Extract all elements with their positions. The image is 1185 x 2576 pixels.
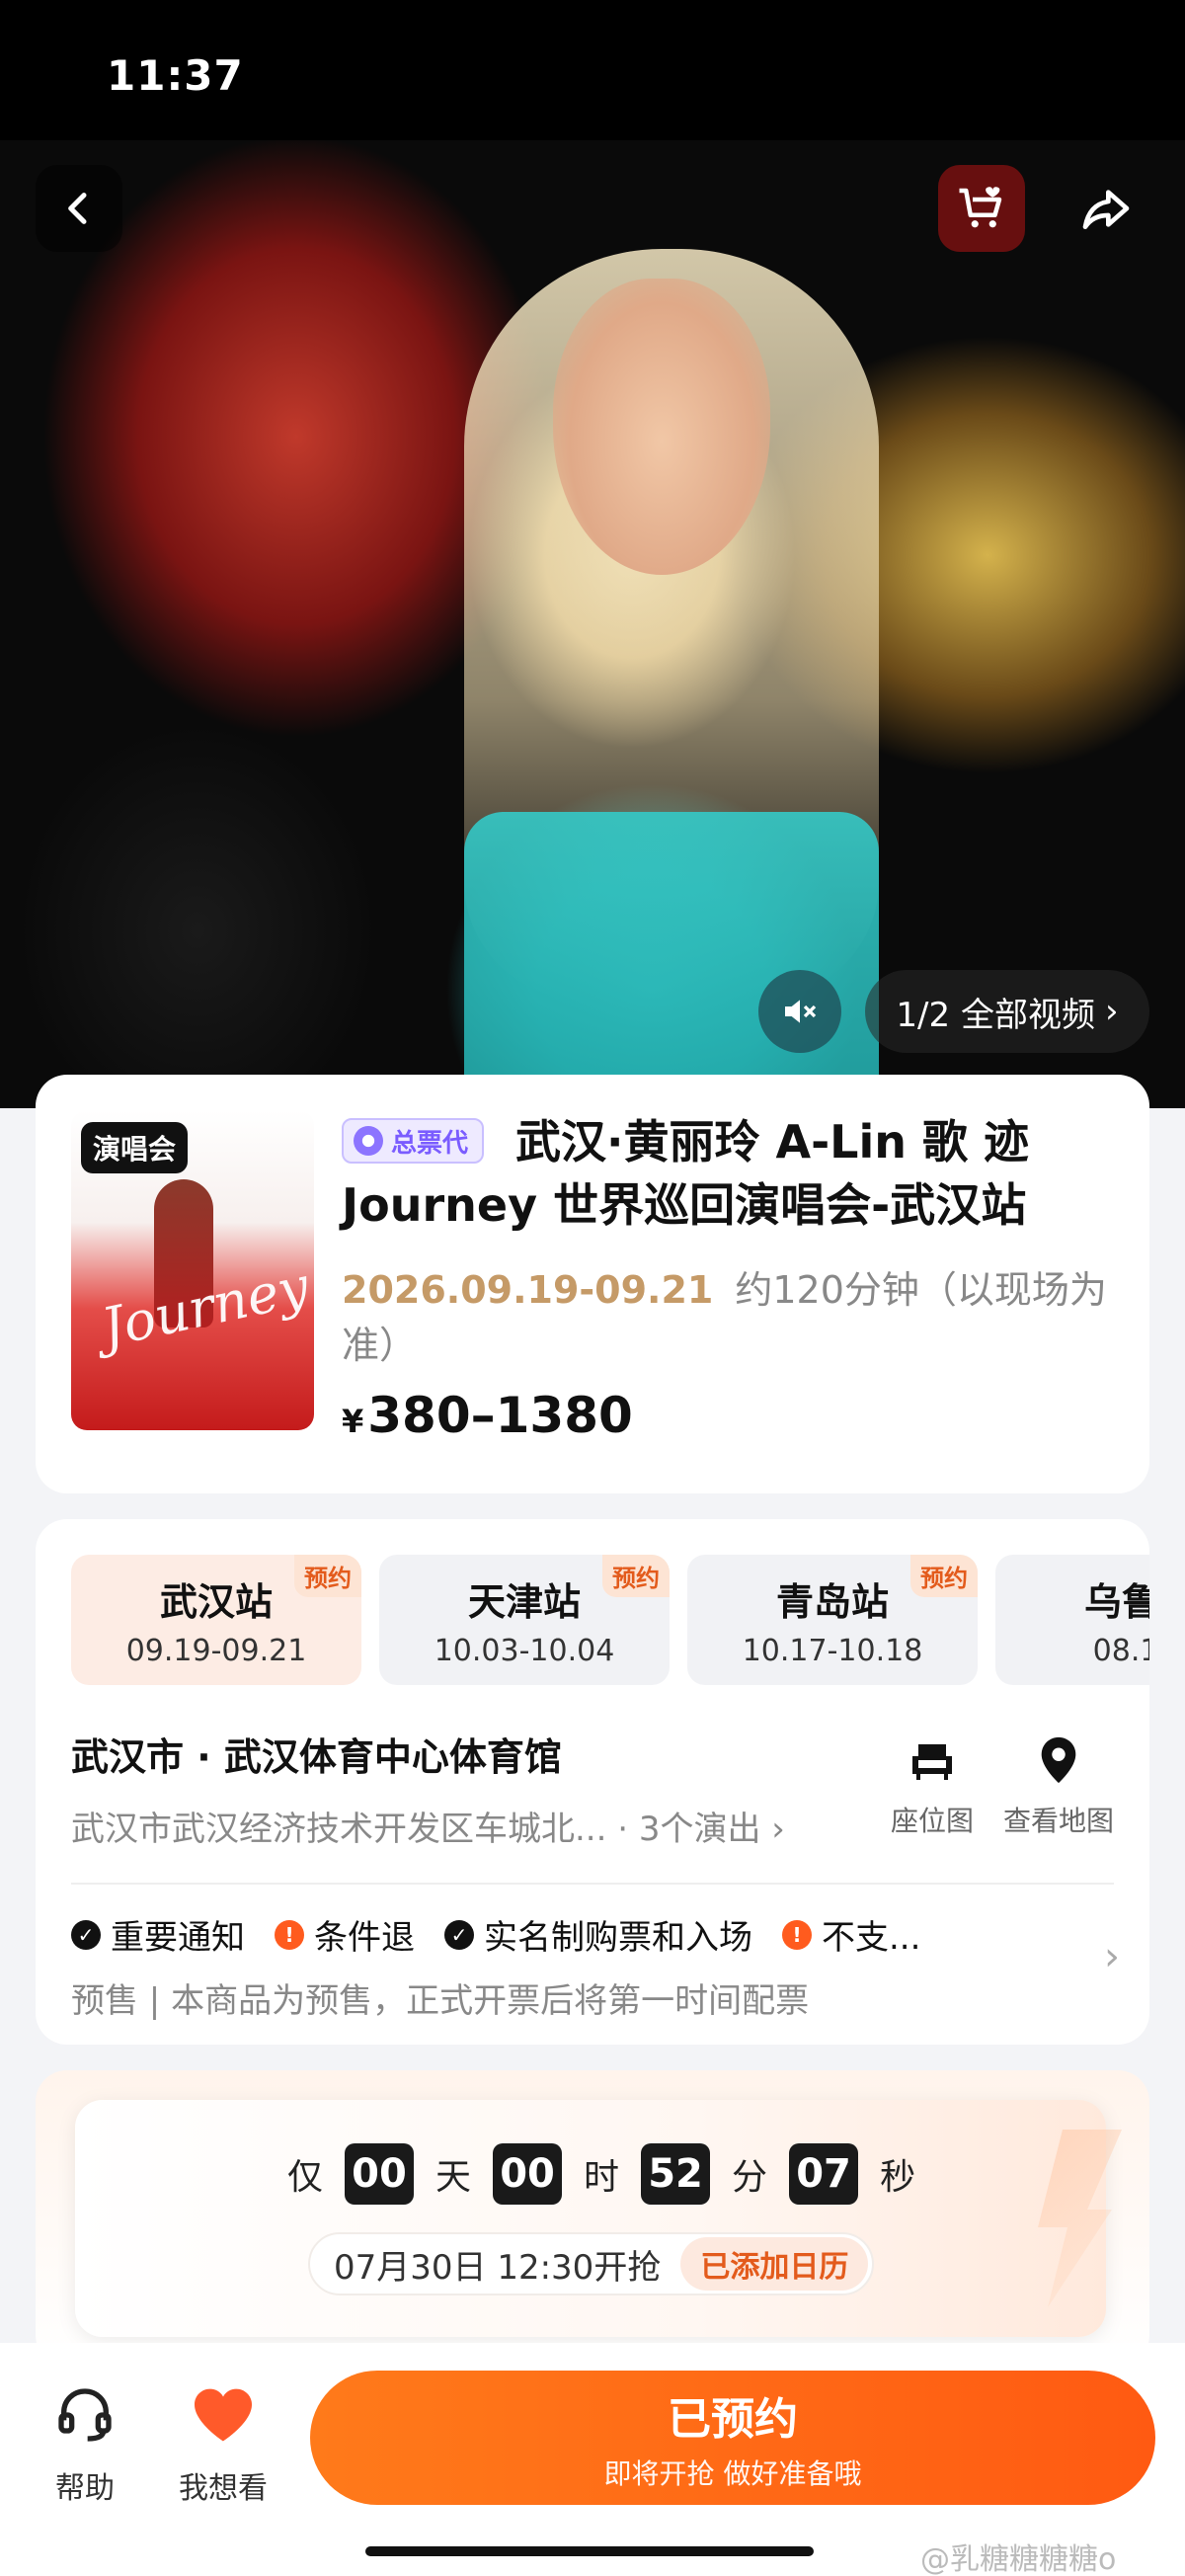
armchair-icon <box>912 1744 952 1780</box>
notice-item: ! 不支... <box>782 1910 920 1959</box>
cart-heart-icon <box>959 187 1002 228</box>
event-date-line: 2026.09.19-09.21 约120分钟（以现场为准） <box>342 1262 1122 1373</box>
seat-map-button[interactable]: 座位图 <box>883 1732 982 1839</box>
tab-urumqi[interactable]: 乌鲁木 08.15- <box>995 1555 1149 1685</box>
check-icon: ✓ <box>71 1919 101 1950</box>
share-icon <box>1082 190 1130 230</box>
back-button[interactable] <box>36 165 122 252</box>
countdown-seconds: 07 <box>789 2143 859 2205</box>
location-pin-icon <box>1041 1736 1076 1784</box>
alert-icon: ! <box>275 1919 304 1950</box>
speaker-muted-icon <box>785 1000 817 1023</box>
watermark: @乳糖糖糖糖o <box>920 2542 1117 2576</box>
notice-item: ! 条件退 <box>275 1910 415 1959</box>
reserve-flag: 预约 <box>910 1555 978 1597</box>
status-bar: 11:37 <box>0 0 1185 140</box>
countdown-timer: 仅 00 天 00 时 52 分 07 秒 <box>287 2143 915 2205</box>
event-price: ¥380–1380 <box>342 1387 633 1444</box>
tab-wuhan[interactable]: 预约 武汉站 09.19-09.21 <box>71 1555 361 1685</box>
share-button[interactable] <box>1063 165 1149 252</box>
hero-video[interactable] <box>0 140 1185 1108</box>
countdown-panel: 仅 00 天 00 时 52 分 07 秒 07月30日 12:30开抢 已添加… <box>75 2100 1122 2337</box>
headset-icon <box>58 2388 112 2442</box>
event-title: 武汉·黄丽玲 A-Lin 歌 迹 Journey 世界巡回演唱会-武汉站 <box>342 1115 1030 1232</box>
event-info-card: Journey 演唱会 总票代 武汉·黄丽玲 A-Lin 歌 迹 Journey… <box>36 1075 1149 1493</box>
tab-tianjin[interactable]: 预约 天津站 10.03-10.04 <box>379 1555 670 1685</box>
mute-button[interactable] <box>758 970 841 1053</box>
calendar-added-button[interactable]: 已添加日历 <box>680 2237 869 2291</box>
venue-name: 武汉市 · 武汉体育中心体育馆 <box>71 1735 562 1779</box>
sale-start-pill: 07月30日 12:30开抢 已添加日历 <box>308 2232 875 2295</box>
countdown-days: 00 <box>345 2143 415 2205</box>
home-indicator[interactable] <box>365 2546 814 2556</box>
venue-address[interactable]: 武汉市武汉经济技术开发区车城北... · 3个演出 › <box>71 1802 785 1850</box>
help-button[interactable]: 帮助 <box>43 2380 126 2507</box>
check-icon: ✓ <box>444 1919 474 1950</box>
chevron-right-icon[interactable]: › <box>1104 1934 1120 1979</box>
chevron-right-icon: › <box>1104 992 1119 1031</box>
tab-qingdao[interactable]: 预约 青岛站 10.17-10.18 <box>687 1555 978 1685</box>
reserve-flag: 预约 <box>294 1555 361 1597</box>
favorite-cart-button[interactable] <box>938 165 1025 252</box>
countdown-hours: 00 <box>493 2143 563 2205</box>
event-poster[interactable]: Journey 演唱会 <box>71 1110 314 1430</box>
video-counter: 1/2 全部视频 <box>896 995 1095 1035</box>
reserved-button[interactable]: 已预约 即将开抢 做好准备哦 <box>310 2371 1155 2505</box>
chevron-left-icon <box>68 193 87 224</box>
alert-icon: ! <box>782 1919 812 1950</box>
presale-notice: 预售 | 本商品为预售，正式开票后将第一时间配票 <box>71 1981 810 2021</box>
view-map-button[interactable]: 查看地图 <box>989 1732 1128 1839</box>
reserve-flag: 预约 <box>602 1555 670 1597</box>
sale-start-time: 07月30日 12:30开抢 <box>334 2247 662 2288</box>
notice-row[interactable]: ✓ 重要通知 ! 条件退 ✓ 实名制购票和入场 ! 不支... <box>71 1910 920 1959</box>
divider <box>71 1883 1114 1885</box>
poster-category-tag: 演唱会 <box>81 1122 189 1173</box>
event-date: 2026.09.19-09.21 <box>342 1268 714 1312</box>
shows-count-link[interactable]: · 3个演出 › <box>617 1810 785 1849</box>
city-tabs: 预约 武汉站 09.19-09.21 预约 天津站 10.03-10.04 预约… <box>71 1555 1149 1685</box>
all-videos-button[interactable]: 1/2 全部视频 › <box>865 970 1149 1053</box>
venue-card: 预约 武汉站 09.19-09.21 预约 天津站 10.03-10.04 预约… <box>36 1519 1149 2045</box>
status-time: 11:37 <box>107 51 244 100</box>
heart-icon <box>195 2388 252 2442</box>
notice-item: ✓ 实名制购票和入场 <box>444 1910 752 1959</box>
countdown-minutes: 52 <box>641 2143 711 2205</box>
want-to-see-button[interactable]: 我想看 <box>164 2380 282 2507</box>
notice-item: ✓ 重要通知 <box>71 1910 245 1959</box>
